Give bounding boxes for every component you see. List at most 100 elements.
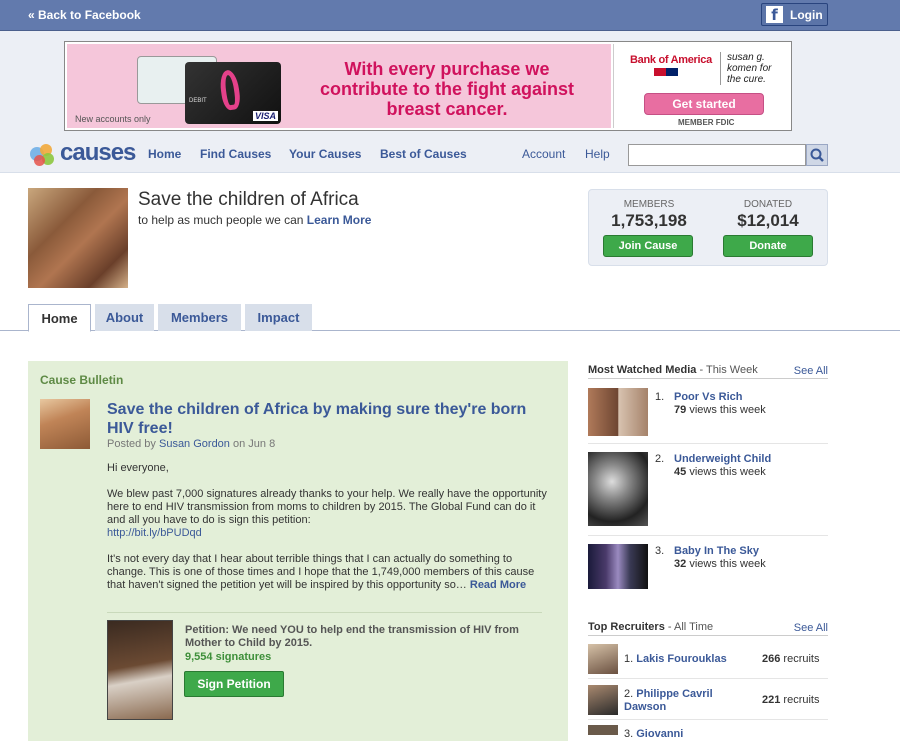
recruiter-avatar[interactable] [588, 685, 618, 715]
ad-banner[interactable]: DEBIT VISA With every purchase we contri… [64, 41, 792, 131]
recruiter-entry: 1. Lakis Fourouklas [624, 653, 774, 666]
media-title[interactable]: Underweight Child [674, 453, 771, 465]
media-rank: 2. [655, 453, 665, 465]
recruiter-count: 221 recruits [762, 694, 819, 706]
recruiter-avatar[interactable] [588, 644, 618, 674]
divider [588, 535, 828, 536]
cause-title: Save the children of Africa [138, 189, 359, 210]
recruiter-count-suffix: recruits [783, 694, 820, 706]
media-thumbnail[interactable] [588, 452, 648, 526]
recruiter-name[interactable]: Giovanni [636, 728, 683, 740]
recruiters-period: - All Time [667, 621, 714, 633]
member-fdic: MEMBER FDIC [678, 118, 735, 127]
bank-flag-icon [654, 68, 678, 76]
cause-subtitle: to help as much people we can Learn More [138, 213, 371, 227]
login-label: Login [790, 8, 823, 22]
nav-your-causes[interactable]: Your Causes [289, 147, 361, 161]
facebook-top-bar: « Back to Facebook f Login [0, 0, 900, 31]
media-see-all-link[interactable]: See All [794, 365, 828, 377]
post-paragraph-1: We blew past 7,000 signatures already th… [107, 488, 547, 526]
recruiter-count-value: 266 [762, 653, 781, 665]
bank-of-america-logo: Bank of America [630, 54, 712, 66]
recruiters-heading-text: Top Recruiters [588, 621, 665, 633]
tab-about[interactable]: About [95, 304, 154, 331]
search-input[interactable] [628, 144, 806, 166]
join-cause-button[interactable]: Join Cause [603, 235, 693, 257]
post-paragraph-2: It's not every day that I hear about ter… [107, 553, 552, 592]
media-thumbnail[interactable] [588, 388, 648, 436]
recruiters-see-all-link[interactable]: See All [794, 622, 828, 634]
login-button[interactable]: f Login [761, 3, 828, 26]
bulletin-heading: Cause Bulletin [40, 373, 124, 387]
top-recruiters-header: Top Recruiters - All Time See All [588, 618, 828, 636]
tab-members[interactable]: Members [158, 304, 241, 331]
post-byline: Posted by Susan Gordon on Jun 8 [107, 438, 275, 450]
recruiter-rank: 2. [624, 688, 634, 700]
media-heading: Most Watched Media - This Week [588, 364, 758, 376]
donated-value: $12,014 [737, 211, 799, 230]
media-views: 32 views this week [674, 558, 766, 570]
recruiter-rank: 1. [624, 653, 634, 665]
divider [107, 612, 542, 613]
search-icon [810, 148, 824, 162]
media-views-suffix: views this week [689, 558, 766, 570]
back-to-facebook-link[interactable]: « Back to Facebook [28, 8, 141, 22]
nav-home[interactable]: Home [148, 147, 181, 161]
sign-petition-button[interactable]: Sign Petition [184, 671, 284, 697]
media-views-suffix: views this week [689, 466, 766, 478]
most-watched-media-header: Most Watched Media - This Week See All [588, 361, 828, 379]
media-thumbnail[interactable] [588, 544, 648, 589]
members-label: MEMBERS [623, 199, 675, 210]
debit-card-image: DEBIT VISA [185, 62, 281, 124]
cause-stats-box: MEMBERS 1,753,198 DONATED $12,014 Join C… [588, 189, 828, 266]
nav-find-causes[interactable]: Find Causes [200, 147, 271, 161]
search-button[interactable] [806, 144, 828, 166]
card-type: DEBIT [189, 98, 207, 104]
post-title[interactable]: Save the children of Africa by making su… [107, 400, 547, 438]
nav-account[interactable]: Account [522, 147, 565, 161]
recruiter-entry: 2. Philippe Cavril Dawson [624, 688, 734, 714]
media-views: 79 views this week [674, 404, 766, 416]
divider [588, 678, 828, 679]
recruiter-rank: 3. [624, 728, 634, 740]
author-avatar[interactable] [40, 399, 90, 449]
media-views-count: 79 [674, 404, 687, 416]
media-views: 45 views this week [674, 466, 766, 478]
donated-label: DONATED [743, 199, 793, 210]
media-views-count: 45 [674, 466, 687, 478]
media-rank: 3. [655, 545, 665, 557]
recruiter-name[interactable]: Lakis Fourouklas [636, 653, 726, 665]
recruiter-name[interactable]: Philippe Cavril Dawson [624, 688, 713, 713]
recruiter-count: 266 recruits [762, 653, 819, 665]
divider [588, 719, 828, 720]
pink-ribbon-icon [218, 68, 242, 112]
recruiter-count-value: 221 [762, 694, 781, 706]
read-more-link[interactable]: Read More [470, 579, 526, 591]
author-link[interactable]: Susan Gordon [159, 438, 230, 450]
media-views-count: 32 [674, 558, 687, 570]
media-rank: 1. [655, 391, 665, 403]
card-brand: VISA [252, 111, 278, 121]
media-views-suffix: views this week [689, 404, 766, 416]
donated-stat: DONATED $12,014 [708, 199, 828, 231]
posted-by-label: Posted by [107, 438, 156, 450]
post-greeting: Hi everyone, [107, 462, 169, 474]
ad-disclaimer: New accounts only [75, 114, 151, 124]
nav-help[interactable]: Help [585, 147, 610, 161]
nav-best-of-causes[interactable]: Best of Causes [380, 147, 467, 161]
media-title[interactable]: Baby In The Sky [674, 545, 759, 557]
petition-signatures: 9,554 signatures [185, 651, 272, 663]
tab-home[interactable]: Home [28, 304, 91, 332]
get-started-button[interactable]: Get started [644, 93, 764, 115]
petition-url-link[interactable]: http://bit.ly/bPUDqd [107, 527, 552, 540]
tab-impact[interactable]: Impact [245, 304, 312, 331]
cause-thumbnail[interactable] [28, 188, 128, 288]
learn-more-link[interactable]: Learn More [307, 213, 372, 227]
petition-text: Petition: We need YOU to help end the tr… [185, 624, 519, 649]
media-period: - This Week [699, 364, 758, 376]
petition-image[interactable] [107, 620, 173, 720]
ad-sponsor-panel: Bank of America susan g. komen for the c… [613, 44, 789, 128]
recruiter-avatar[interactable] [588, 725, 618, 735]
media-title[interactable]: Poor Vs Rich [674, 391, 742, 403]
donate-button[interactable]: Donate [723, 235, 813, 257]
